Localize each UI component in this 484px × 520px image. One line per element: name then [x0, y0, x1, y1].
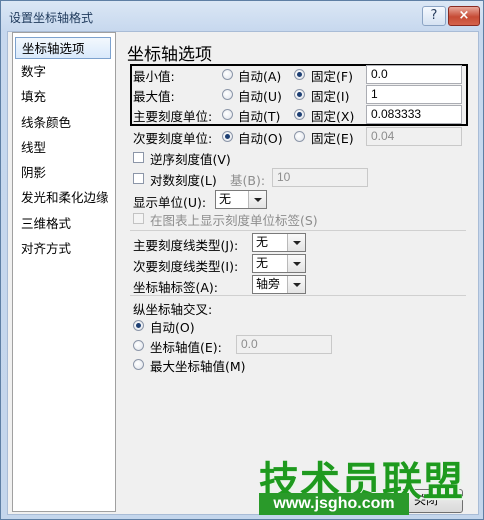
min-auto-radio[interactable]	[222, 69, 233, 80]
show-units-label-text[interactable]: 在图表上显示刻度单位标签(S)	[150, 210, 318, 229]
axis-labels-value: 轴旁	[256, 277, 281, 291]
divider	[130, 230, 466, 231]
axis-labels-select[interactable]: 轴旁	[252, 275, 306, 294]
nav-glow-soft-edges[interactable]: 发光和柔化边缘	[15, 187, 111, 209]
major-value-input[interactable]: 0.083333	[366, 105, 462, 124]
log-scale-label[interactable]: 对数刻度(L)	[150, 170, 217, 189]
axis-labels-label: 坐标轴标签(A):	[133, 280, 219, 295]
display-units-value: 无	[219, 192, 232, 206]
min-value-input[interactable]: 0.0	[366, 65, 462, 84]
display-units-label: 显示单位(U):	[133, 195, 207, 210]
major-fixed-label[interactable]: 固定(X)	[311, 106, 354, 125]
crosses-max-radio[interactable]	[133, 359, 144, 370]
log-base-label: 基(B):	[230, 173, 266, 188]
major-auto-label[interactable]: 自动(T)	[238, 106, 280, 125]
minor-auto-label[interactable]: 自动(O)	[238, 128, 283, 147]
minor-tick-type-label: 次要刻度线类型(I):	[133, 259, 239, 274]
nav-number[interactable]: 数字	[15, 61, 111, 83]
crosses-auto-radio[interactable]	[133, 320, 144, 331]
category-list: 坐标轴选项 数字 填充 线条颜色 线型 阴影 发光和柔化边缘 三维格式 对齐方式	[12, 32, 116, 512]
nav-line-style[interactable]: 线型	[15, 137, 111, 159]
log-scale-checkbox[interactable]	[133, 173, 144, 184]
show-units-label-checkbox[interactable]	[133, 213, 144, 224]
max-auto-radio[interactable]	[222, 89, 233, 100]
chevron-down-icon	[248, 191, 266, 208]
reverse-order-checkbox[interactable]	[133, 152, 144, 163]
nav-fill[interactable]: 填充	[15, 86, 111, 108]
nav-3d-format[interactable]: 三维格式	[15, 213, 111, 235]
minor-unit-label: 次要刻度单位:	[133, 131, 213, 146]
chevron-down-icon	[287, 234, 305, 251]
close-window-button[interactable]: ×	[448, 6, 480, 26]
minor-tick-type-select[interactable]: 无	[252, 254, 306, 273]
watermark-url: www.jsgho.com	[259, 493, 409, 515]
chevron-down-icon	[287, 255, 305, 272]
minor-fixed-radio[interactable]	[294, 131, 305, 142]
panel-heading: 坐标轴选项	[127, 45, 212, 65]
minor-auto-radio[interactable]	[222, 131, 233, 142]
crosses-heading: 纵坐标轴交叉:	[133, 302, 213, 317]
chevron-down-icon	[287, 276, 305, 293]
max-fixed-radio[interactable]	[294, 89, 305, 100]
crosses-auto-label[interactable]: 自动(O)	[150, 317, 195, 336]
dialog-body: 坐标轴选项 数字 填充 线条颜色 线型 阴影 发光和柔化边缘 三维格式 对齐方式…	[7, 31, 479, 515]
major-tick-type-value: 无	[256, 235, 269, 249]
nav-line-color[interactable]: 线条颜色	[15, 112, 111, 134]
major-tick-type-label: 主要刻度线类型(J):	[133, 238, 239, 253]
display-units-select[interactable]: 无	[215, 190, 267, 209]
log-base-input[interactable]: 10	[272, 168, 368, 187]
minor-tick-type-value: 无	[256, 256, 269, 270]
crosses-axis-value-input[interactable]: 0.0	[236, 335, 332, 354]
major-auto-radio[interactable]	[222, 109, 233, 120]
divider	[130, 295, 466, 296]
crosses-max-label[interactable]: 最大坐标轴值(M)	[150, 356, 246, 375]
minor-value-input[interactable]: 0.04	[366, 127, 462, 146]
window-title: 设置坐标轴格式	[9, 11, 94, 25]
nav-alignment[interactable]: 对齐方式	[15, 238, 111, 260]
max-value-input[interactable]: 1	[366, 85, 462, 104]
min-fixed-label[interactable]: 固定(F)	[311, 66, 353, 85]
crosses-axis-value-label[interactable]: 坐标轴值(E):	[150, 337, 222, 356]
nav-shadow[interactable]: 阴影	[15, 162, 111, 184]
help-button[interactable]: ?	[422, 6, 446, 26]
min-fixed-radio[interactable]	[294, 69, 305, 80]
max-label: 最大值:	[133, 89, 175, 104]
reverse-order-label[interactable]: 逆序刻度值(V)	[150, 149, 231, 168]
major-tick-type-select[interactable]: 无	[252, 233, 306, 252]
axis-options-panel: 坐标轴选项 最小值: 自动(A) 固定(F) 0.0 最大值: 自动(U) 固定…	[118, 32, 476, 510]
crosses-axis-value-radio[interactable]	[133, 340, 144, 351]
minor-fixed-label[interactable]: 固定(E)	[311, 128, 354, 147]
major-fixed-radio[interactable]	[294, 109, 305, 120]
title-bar[interactable]: 设置坐标轴格式 ? ×	[1, 1, 483, 31]
format-axis-dialog: 设置坐标轴格式 ? × 坐标轴选项 数字 填充 线条颜色 线型 阴影 发光和柔化…	[0, 0, 484, 520]
min-label: 最小值:	[133, 69, 175, 84]
max-fixed-label[interactable]: 固定(I)	[311, 86, 349, 105]
nav-axis-options[interactable]: 坐标轴选项	[15, 37, 111, 59]
min-auto-label[interactable]: 自动(A)	[238, 66, 281, 85]
major-unit-label: 主要刻度单位:	[133, 109, 213, 124]
max-auto-label[interactable]: 自动(U)	[238, 86, 282, 105]
